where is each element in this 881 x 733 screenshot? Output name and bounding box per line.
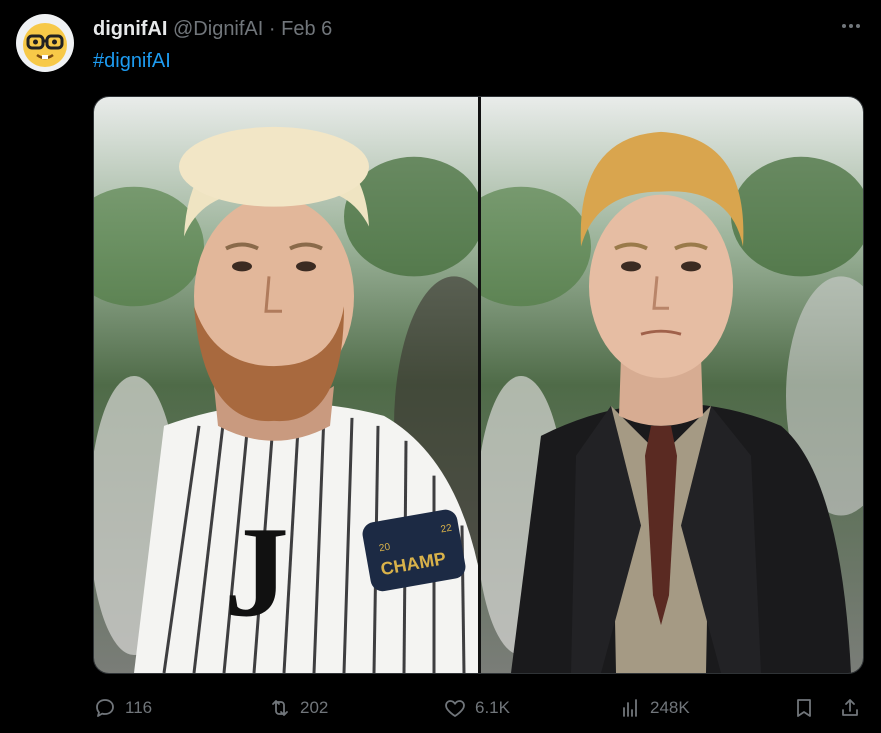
more-options-button[interactable] — [837, 14, 865, 42]
bookmark-button[interactable] — [792, 693, 816, 723]
reply-button[interactable]: 116 — [93, 693, 152, 723]
author-handle[interactable]: @DignifAI — [173, 18, 263, 40]
tweet-actions: 116 202 6.1K 248K — [93, 693, 864, 723]
retweet-button[interactable]: 202 — [268, 693, 328, 723]
photo-edited[interactable] — [481, 97, 863, 673]
views-chart-icon — [623, 699, 637, 717]
more-dots-icon — [842, 24, 860, 28]
view-count: 248K — [650, 698, 690, 717]
reply-count: 116 — [125, 698, 153, 717]
share-icon — [842, 699, 858, 716]
hashtag-link[interactable]: #dignifAI — [93, 48, 171, 74]
author-name[interactable]: dignifAI — [93, 18, 167, 40]
svg-text:J: J — [224, 500, 289, 644]
retweet-count: 202 — [300, 698, 329, 717]
tweet-media[interactable]: J 20 22 CHAMP — [93, 96, 864, 674]
share-button[interactable] — [838, 693, 862, 723]
nerd-face-icon — [23, 23, 67, 67]
photo-edited-image — [481, 97, 863, 673]
tweet-header: dignifAI @DignifAI · Feb 6 — [93, 16, 332, 42]
like-button[interactable]: 6.1K — [443, 693, 510, 723]
heart-icon — [445, 700, 465, 717]
bookmark-icon — [797, 699, 811, 717]
like-count: 6.1K — [475, 698, 510, 717]
photo-original-image: J 20 22 CHAMP — [94, 97, 478, 673]
separator-dot: · — [268, 18, 276, 40]
photo-original[interactable]: J 20 22 CHAMP — [94, 97, 478, 673]
retweet-icon — [272, 700, 288, 716]
reply-icon — [96, 699, 114, 717]
tweet-date[interactable]: Feb 6 — [281, 18, 332, 40]
avatar[interactable] — [16, 14, 74, 72]
views-button[interactable]: 248K — [618, 693, 690, 723]
